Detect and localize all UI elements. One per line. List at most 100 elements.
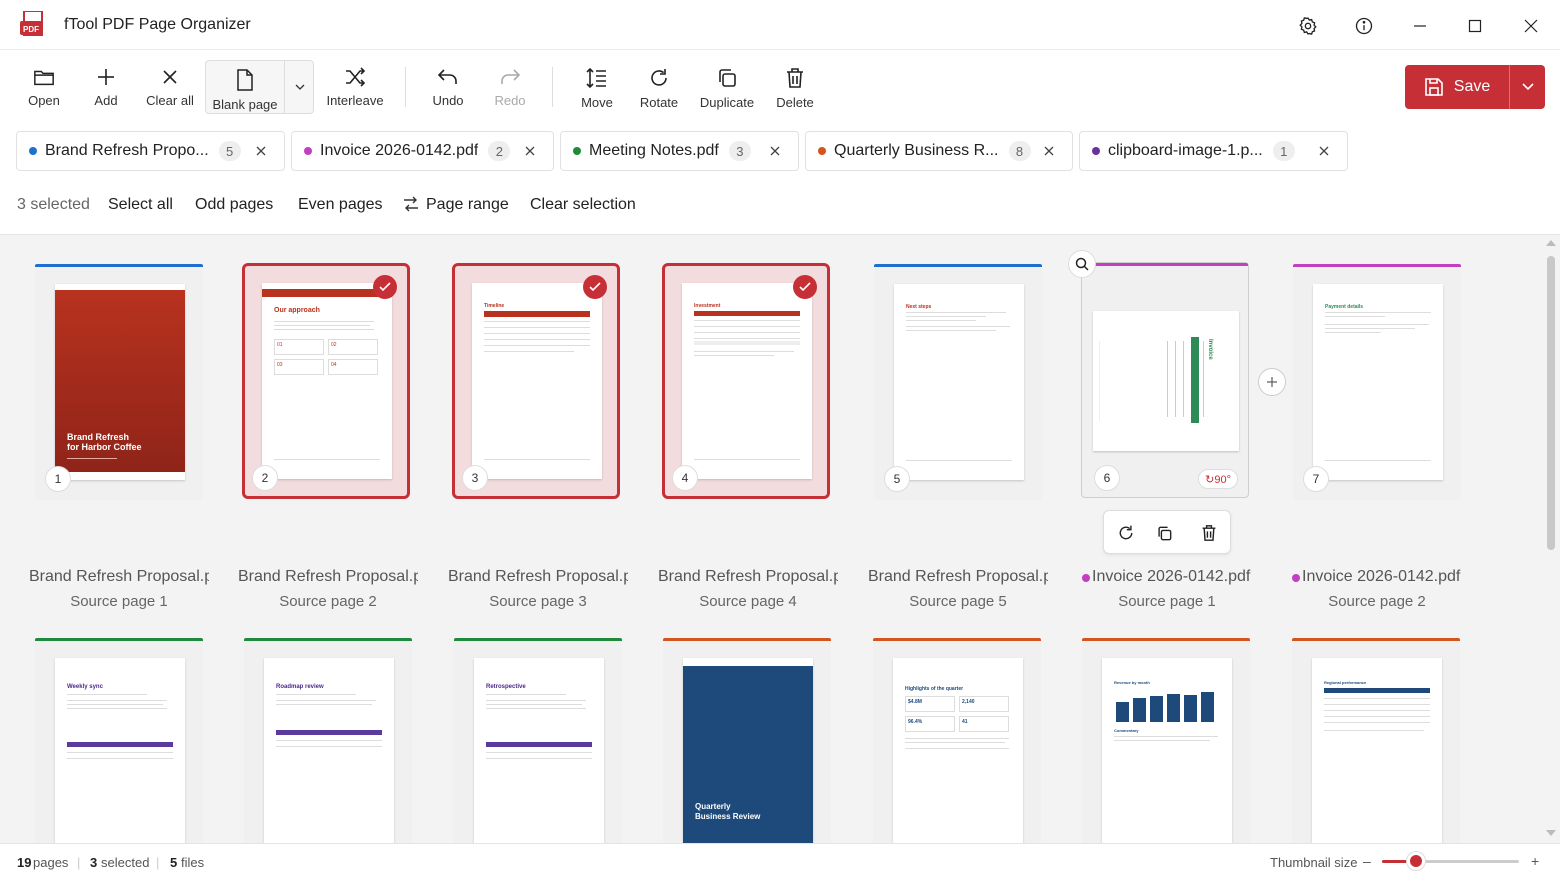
page-number-badge: 1 xyxy=(45,466,71,492)
page-card[interactable]: Revenue by month Commentary xyxy=(1082,638,1250,843)
blank-page-dropdown[interactable] xyxy=(285,61,314,113)
table-line xyxy=(276,740,382,741)
page-card[interactable]: Brand Refresh for Harbor Coffee 1 xyxy=(35,264,203,500)
page-card[interactable]: Highlights of the quarter $4.8M 2,140 96… xyxy=(873,638,1041,843)
clear-selection-button[interactable]: Clear selection xyxy=(530,196,636,214)
odd-pages-button[interactable]: Odd pages xyxy=(195,196,273,214)
text-line xyxy=(905,742,1005,743)
table-line xyxy=(694,326,800,327)
select-all-button[interactable]: Select all xyxy=(108,196,173,214)
page-action-bar xyxy=(1103,510,1231,554)
file-color-strip xyxy=(1292,638,1460,641)
text-line xyxy=(905,738,1009,739)
page-card[interactable]: Invoice 6 ↻90° xyxy=(1081,262,1249,498)
footer-line xyxy=(694,459,800,460)
svg-text:PDF: PDF xyxy=(23,25,39,34)
insert-page-button[interactable] xyxy=(1258,368,1286,396)
file-tab[interactable]: Invoice 2026-0142.pdf 2 xyxy=(291,131,554,171)
text-line xyxy=(1325,332,1381,333)
file-tab[interactable]: Meeting Notes.pdf 3 xyxy=(560,131,799,171)
delete-page-icon[interactable] xyxy=(1197,521,1221,545)
rotate-page-icon[interactable] xyxy=(1114,521,1138,545)
delete-button[interactable]: Delete xyxy=(772,59,818,115)
close-tab-icon[interactable] xyxy=(1040,142,1058,160)
text-line xyxy=(1114,740,1210,741)
page-card[interactable]: Regional performance xyxy=(1292,638,1460,843)
thumbnail-decrease-button[interactable]: – xyxy=(1363,853,1371,869)
close-tab-icon[interactable] xyxy=(252,142,270,160)
page-range-button[interactable]: Page range xyxy=(426,196,509,214)
scroll-up-icon[interactable] xyxy=(1545,238,1557,248)
table-total xyxy=(694,341,800,345)
page-card[interactable]: Roadmap review xyxy=(244,638,412,843)
file-color-strip xyxy=(35,638,203,641)
duplicate-page-icon[interactable] xyxy=(1152,521,1176,545)
text-line xyxy=(484,351,574,352)
thumbnail-increase-button[interactable]: + xyxy=(1531,853,1539,869)
table-line xyxy=(484,321,590,322)
move-button[interactable]: Move xyxy=(576,59,618,115)
rotate-button[interactable]: Rotate xyxy=(636,59,682,115)
page-card[interactable]: Quarterly Business Review xyxy=(663,638,831,843)
thumbnail-size-slider[interactable] xyxy=(1382,852,1519,870)
save-dropdown[interactable] xyxy=(1510,65,1545,109)
redo-icon xyxy=(501,69,521,84)
page-thumbnail: Highlights of the quarter $4.8M 2,140 96… xyxy=(893,658,1023,843)
open-button[interactable]: Open xyxy=(22,59,66,115)
toolbar: Open Add Clear all Blank page Interleave… xyxy=(0,51,1560,123)
page-source-label: Source page 5 xyxy=(909,593,1007,610)
scroll-thumb[interactable] xyxy=(1547,256,1555,550)
maximize-icon[interactable] xyxy=(1461,12,1489,40)
text-line xyxy=(274,329,374,330)
text-line xyxy=(67,694,147,695)
page-card[interactable]: Our approach 01 02 03 04 2 xyxy=(242,263,410,499)
page-card[interactable]: Payment details 7 xyxy=(1293,264,1461,500)
file-tab[interactable]: Brand Refresh Propo... 5 xyxy=(16,131,285,171)
slider-thumb[interactable] xyxy=(1407,852,1426,870)
page-card[interactable]: Retrospective xyxy=(454,638,622,843)
zoom-preview-button[interactable] xyxy=(1068,250,1096,278)
text-line xyxy=(905,748,1009,749)
file-tab[interactable]: Quarterly Business R... 8 xyxy=(805,131,1073,171)
page-card[interactable]: Weekly sync xyxy=(35,638,203,843)
close-window-icon[interactable] xyxy=(1517,12,1545,40)
undo-button[interactable]: Undo xyxy=(428,59,468,115)
file-color-strip xyxy=(873,638,1041,641)
info-icon[interactable] xyxy=(1350,12,1378,40)
text-line xyxy=(276,694,356,695)
page-card[interactable]: Timeline 3 xyxy=(452,263,620,499)
content-box: 01 xyxy=(274,339,324,355)
duplicate-button[interactable]: Duplicate xyxy=(698,59,756,115)
page-number-badge: 2 xyxy=(252,465,278,491)
even-pages-button[interactable]: Even pages xyxy=(298,196,383,214)
scroll-down-icon[interactable] xyxy=(1545,828,1557,838)
clear-all-button[interactable]: Clear all xyxy=(142,59,198,115)
minimize-icon[interactable] xyxy=(1406,12,1434,40)
text-line xyxy=(486,694,566,695)
page-card[interactable]: Next steps 5 xyxy=(874,264,1042,500)
page-source-label: Source page 1 xyxy=(1118,593,1216,610)
file-color-strip xyxy=(663,638,831,641)
page-source-label: Source page 2 xyxy=(1328,593,1426,610)
close-tab-icon[interactable] xyxy=(521,142,539,160)
settings-gear-icon[interactable] xyxy=(1294,12,1322,40)
save-button[interactable]: Save xyxy=(1405,65,1509,109)
close-tab-icon[interactable] xyxy=(766,142,784,160)
file-color-strip xyxy=(874,264,1042,267)
table-line xyxy=(1203,341,1204,417)
blank-page-button[interactable]: Blank page xyxy=(206,61,284,117)
copy-icon xyxy=(719,69,736,87)
page-file-name: Brand Refresh Proposal.p xyxy=(448,568,628,585)
table-line xyxy=(1167,341,1168,417)
thumbnail-size-label: Thumbnail size xyxy=(1270,855,1358,870)
page-source-label: Source page 3 xyxy=(489,593,587,610)
page-thumbnail: Revenue by month Commentary xyxy=(1102,658,1232,843)
interleave-button[interactable]: Interleave xyxy=(325,59,385,115)
page-card[interactable]: Investment 4 xyxy=(662,263,830,499)
close-tab-icon[interactable] xyxy=(1315,142,1333,160)
vertical-scrollbar[interactable] xyxy=(1545,236,1557,843)
text-line xyxy=(694,351,794,352)
add-button[interactable]: Add xyxy=(86,59,126,115)
redo-button[interactable]: Redo xyxy=(490,59,530,115)
file-tab[interactable]: clipboard-image-1.p... 1 xyxy=(1079,131,1348,171)
